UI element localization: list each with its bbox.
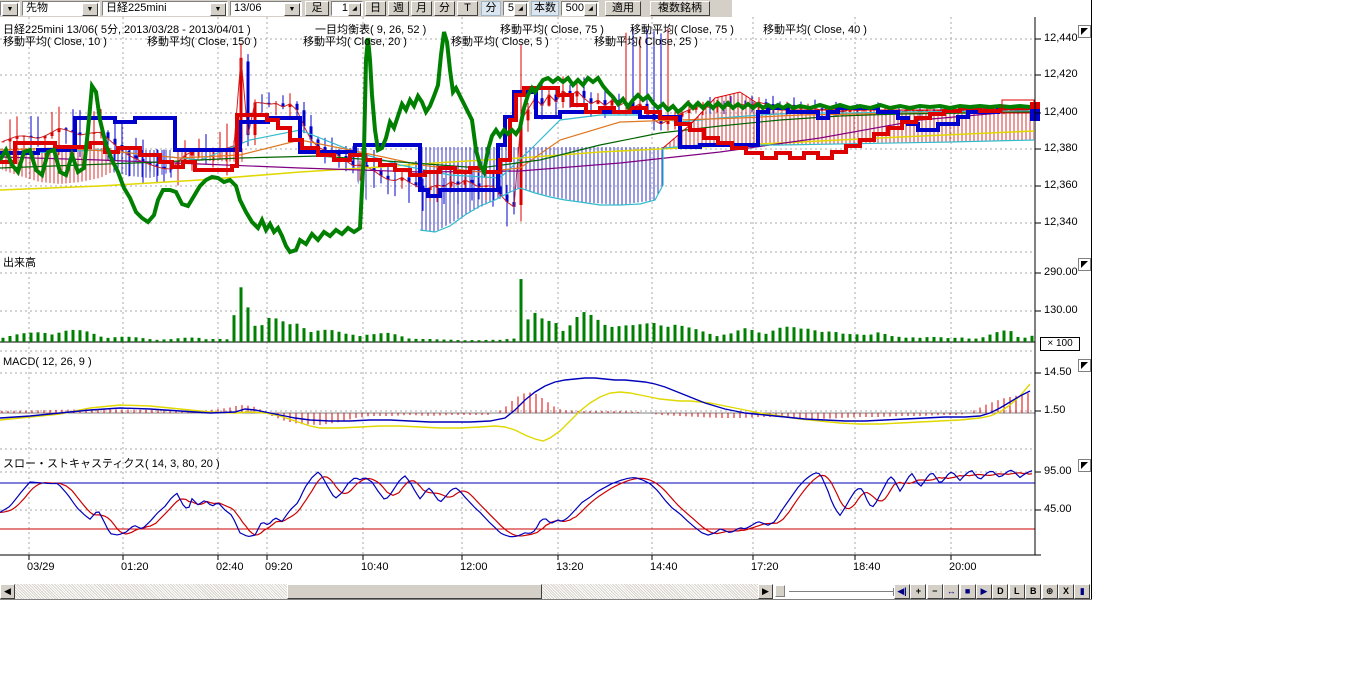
stoch-panel-collapse-icon[interactable]: [1078, 459, 1091, 472]
volume-panel-label: 出来高: [3, 254, 36, 270]
chart-tool-button-1[interactable]: +: [910, 584, 926, 599]
zoom-slider-handle[interactable]: [775, 585, 785, 597]
price-panel-collapse-icon[interactable]: [1078, 25, 1091, 38]
chart-tool-button-10[interactable]: X: [1058, 584, 1074, 599]
time-tick-label: 01:20: [121, 561, 149, 573]
volume-multiplier-badge: × 100: [1040, 337, 1080, 351]
legend-item: 移動平均( Close, 40 ): [763, 21, 867, 37]
volume-tick-label: 290.00: [1044, 266, 1078, 278]
chart-tool-button-6[interactable]: D: [992, 584, 1008, 599]
time-tick-label: 13:20: [556, 561, 584, 573]
time-tick-label: 17:20: [751, 561, 779, 573]
macd-tick-label: 14.50: [1044, 366, 1072, 378]
time-tick-label: 20:00: [949, 561, 977, 573]
chart-application-window: ▼ 先物▼ 日経225mini▼ 13/06▼ 足 1◢ 日 週 月 分 T 分…: [0, 0, 1092, 600]
time-tick-label: 03/29: [27, 561, 55, 573]
time-tick-label: 12:00: [460, 561, 488, 573]
stoch-tick-label: 45.00: [1044, 503, 1072, 515]
chart-canvas[interactable]: [0, 0, 1092, 600]
scroll-left-button[interactable]: ◀: [0, 584, 15, 599]
zoom-slider-groove[interactable]: [789, 591, 893, 595]
price-tick-label: 12,420: [1044, 68, 1078, 80]
chart-tool-button-9[interactable]: ⊕: [1042, 584, 1058, 599]
volume-panel-collapse-icon[interactable]: [1078, 258, 1091, 271]
time-tick-label: 10:40: [361, 561, 389, 573]
stoch-tick-label: 95.00: [1044, 465, 1072, 477]
window-bottom-border: [0, 599, 1092, 600]
legend-item: 移動平均( Close, 150 ): [147, 33, 257, 49]
chart-tool-button-5[interactable]: ▶: [976, 584, 992, 599]
chart-tool-button-2[interactable]: −: [927, 584, 943, 599]
legend-item: 移動平均( Close, 20 ): [303, 33, 407, 49]
horizontal-scrollbar: ◀ ▶ ◀|+−↔■▶DLB⊕X▮: [0, 584, 1092, 599]
chart-tool-button-8[interactable]: B: [1025, 584, 1041, 599]
chart-tool-button-7[interactable]: L: [1009, 584, 1025, 599]
chart-tool-button-11[interactable]: ▮: [1074, 584, 1090, 599]
legend-item: 移動平均( Close, 10 ): [3, 33, 107, 49]
price-tick-label: 12,440: [1044, 32, 1078, 44]
scrollbar-track[interactable]: [15, 584, 287, 599]
volume-tick-label: 130.00: [1044, 304, 1078, 316]
chart-tool-button-3[interactable]: ↔: [943, 584, 959, 599]
price-tick-label: 12,360: [1044, 179, 1078, 191]
macd-panel-label: MACD( 12, 26, 9 ): [3, 356, 92, 368]
scrollbar-track[interactable]: [542, 584, 758, 599]
price-tick-label: 12,400: [1044, 106, 1078, 118]
macd-panel-collapse-icon[interactable]: [1078, 359, 1091, 372]
price-tick-label: 12,380: [1044, 142, 1078, 154]
time-tick-label: 18:40: [853, 561, 881, 573]
macd-tick-label: 1.50: [1044, 404, 1065, 416]
time-tick-label: 02:40: [216, 561, 244, 573]
price-tick-label: 12,340: [1044, 216, 1078, 228]
legend-item: 移動平均( Close, 25 ): [594, 33, 698, 49]
time-tick-label: 14:40: [650, 561, 678, 573]
stoch-panel-label: スロー・ストキャスティクス( 14, 3, 80, 20 ): [3, 455, 220, 471]
scroll-right-button[interactable]: ▶: [758, 584, 773, 599]
legend-item: 移動平均( Close, 5 ): [451, 33, 549, 49]
chart-tool-button-0[interactable]: ◀|: [894, 584, 910, 599]
window-right-border: [1091, 0, 1092, 600]
chart-tool-button-4[interactable]: ■: [960, 584, 976, 599]
time-tick-label: 09:20: [265, 561, 293, 573]
scrollbar-thumb[interactable]: [287, 584, 542, 599]
